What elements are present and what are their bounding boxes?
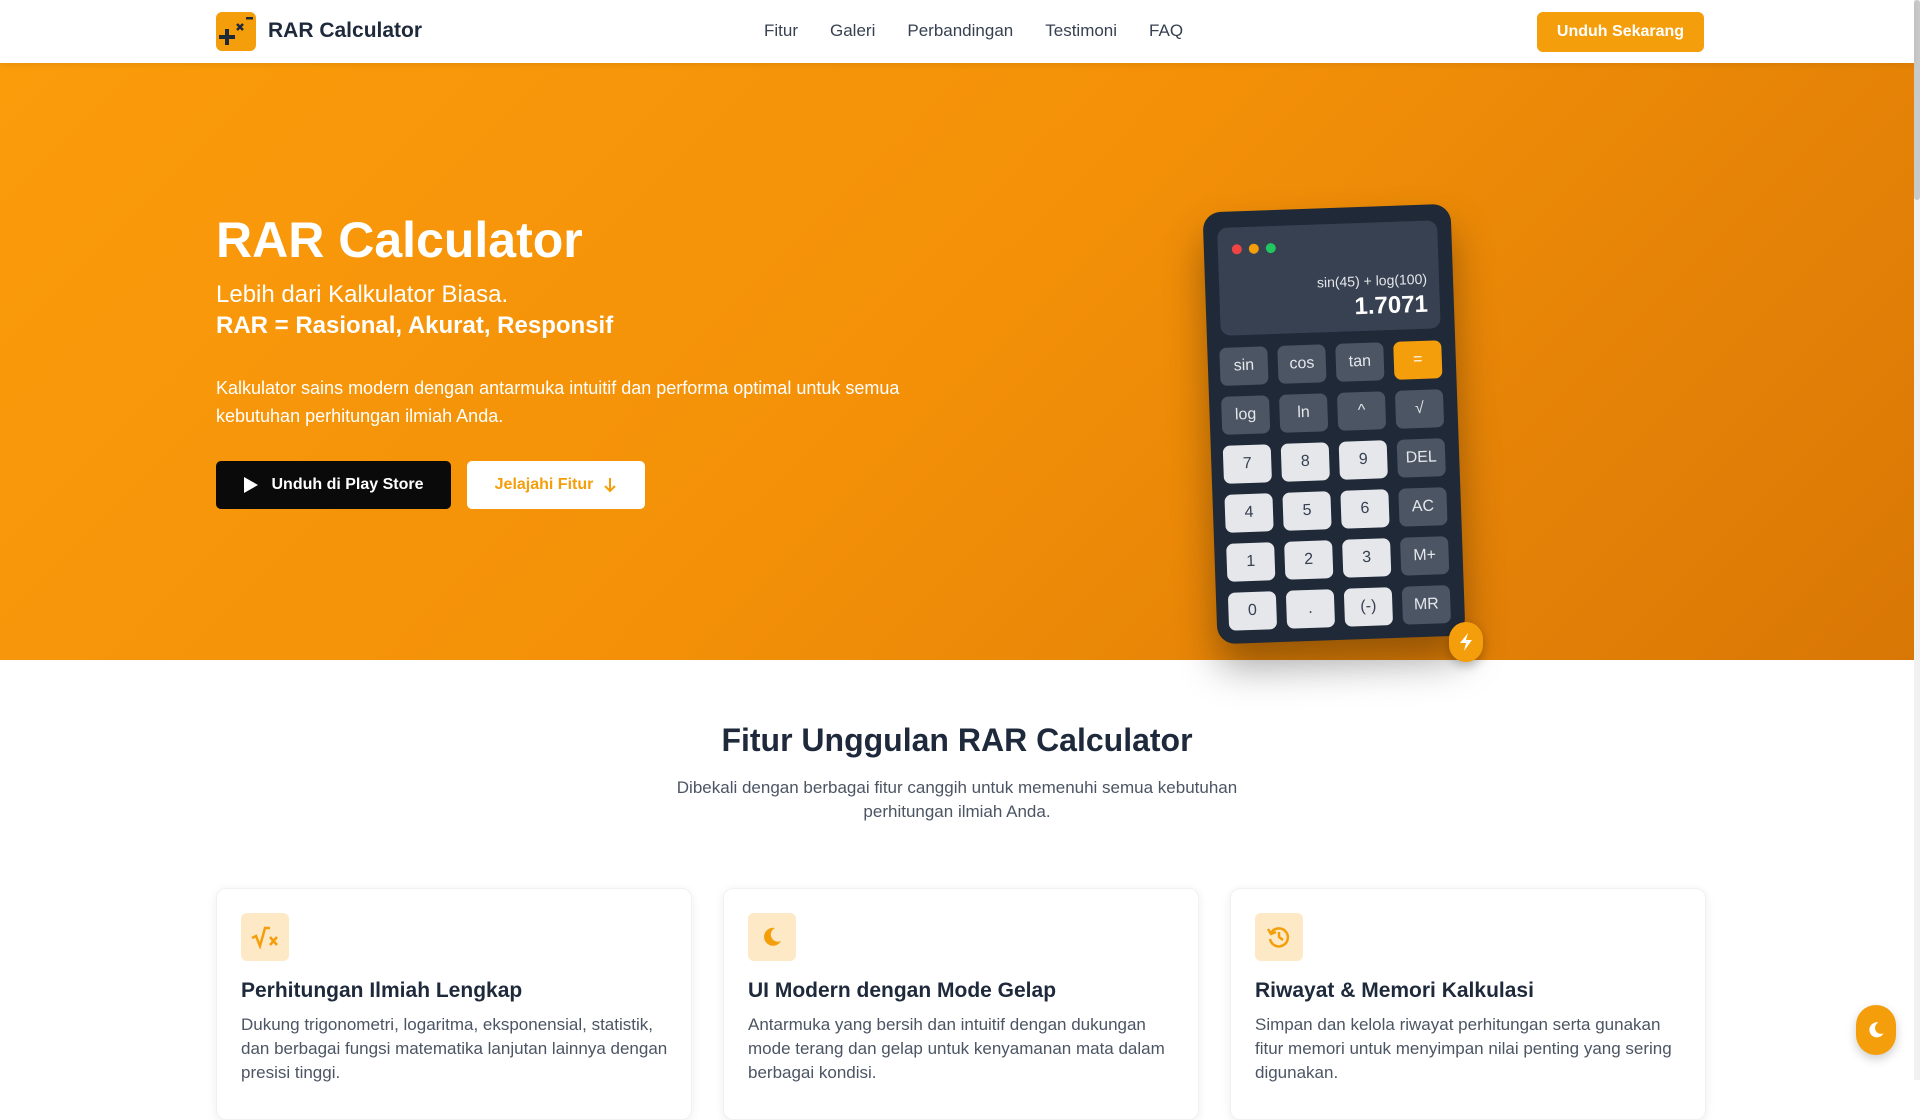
calculator-key[interactable]: 6 xyxy=(1340,489,1390,529)
calculator-key[interactable]: 3 xyxy=(1342,538,1392,578)
feature-desc: Dukung trigonometri, logaritma, eksponen… xyxy=(241,1015,668,1082)
calculator-key[interactable]: MR xyxy=(1401,585,1452,625)
nav-link-fitur[interactable]: Fitur xyxy=(764,21,798,41)
yellow-dot xyxy=(1248,243,1260,254)
hero-section: RAR Calculator Lebih dari Kalkulator Bia… xyxy=(0,63,1914,662)
features-description: Dibekali dengan berbagai fitur canggih u… xyxy=(676,778,1238,821)
moon-icon xyxy=(748,913,796,961)
feature-title: Perhitungan Ilmiah Lengkap xyxy=(241,979,523,1002)
calculator-key[interactable]: = xyxy=(1393,340,1443,380)
calculator-key[interactable]: 0 xyxy=(1227,591,1278,631)
feature-desc: Antarmuka yang bersih dan intuitif denga… xyxy=(748,1015,1165,1082)
brand-name[interactable]: RAR Calculator xyxy=(268,19,422,43)
calculator-key[interactable]: cos xyxy=(1277,344,1327,384)
theme-toggle-button[interactable] xyxy=(1856,1005,1896,1055)
calculator-key[interactable]: tan xyxy=(1335,342,1385,382)
nav-link-galeri[interactable]: Galeri xyxy=(830,21,875,41)
hero-subtitle: Lebih dari Kalkulator Biasa. xyxy=(216,281,509,308)
feature-title: Riwayat & Memori Kalkulasi xyxy=(1255,979,1534,1002)
calculator-symbols-icon[interactable] xyxy=(216,12,256,51)
calculator-key[interactable]: 9 xyxy=(1338,440,1388,480)
play-store-label: Unduh di Play Store xyxy=(271,476,424,493)
download-now-button[interactable]: Unduh Sekarang xyxy=(1537,12,1704,52)
calculator-key[interactable]: . xyxy=(1285,589,1336,629)
calculator-key[interactable]: sin xyxy=(1219,346,1269,386)
red-dot xyxy=(1231,244,1243,255)
nav-link-testimoni[interactable]: Testimoni xyxy=(1045,21,1117,41)
scrollbar-thumb[interactable] xyxy=(1914,0,1920,200)
calculator-key[interactable]: M+ xyxy=(1400,536,1450,576)
hero-description: Kalkulator sains modern dengan antarmuka… xyxy=(216,378,900,426)
nav-link-perbandingan[interactable]: Perbandingan xyxy=(907,21,1013,41)
calculator-key[interactable]: ^ xyxy=(1336,391,1387,431)
feature-card-history: Riwayat & Memori Kalkulasi Simpan dan ke… xyxy=(1230,888,1706,1120)
calculator-result: 1.7071 xyxy=(1354,290,1429,321)
window-dots xyxy=(1231,242,1276,255)
calculator-key[interactable]: log xyxy=(1220,395,1271,435)
calculator-key[interactable]: 2 xyxy=(1284,540,1334,580)
bolt-icon xyxy=(1449,622,1483,662)
square-root-icon xyxy=(241,913,289,961)
calculator-key[interactable]: (-) xyxy=(1343,587,1394,627)
features-title: Fitur Unggulan RAR Calculator xyxy=(721,722,1193,758)
calculator-key[interactable]: √ xyxy=(1394,389,1445,429)
calculator-display: sin(45) + log(100) 1.7071 xyxy=(1217,220,1441,336)
top-navbar: RAR Calculator Fitur Galeri Perbandingan… xyxy=(0,0,1914,63)
green-dot xyxy=(1265,242,1276,254)
feature-desc: Simpan dan kelola riwayat perhitungan se… xyxy=(1255,1015,1672,1082)
play-store-icon xyxy=(244,477,259,493)
calculator-key[interactable]: 1 xyxy=(1226,542,1276,582)
explore-features-label: Jelajahi Fitur xyxy=(494,476,594,493)
arrow-down-icon xyxy=(604,478,617,493)
calculator-keypad: sin cos tan = log ln ^ √ 7 8 9 DEL 4 5 6 AC 1 2 3 M+ 0. (-) MR xyxy=(1219,340,1453,631)
nav-link-faq[interactable]: FAQ xyxy=(1149,21,1183,41)
calculator-mockup: sin(45) + log(100) 1.7071 sin cos tan = log l… xyxy=(1202,203,1466,645)
moon-icon xyxy=(1869,1022,1884,1038)
hero-title: RAR Calculator xyxy=(216,212,583,268)
history-icon xyxy=(1255,913,1303,961)
feature-card-scientific: Perhitungan Ilmiah Lengkap Dukung trigon… xyxy=(216,888,692,1120)
calculator-key[interactable]: ln xyxy=(1278,393,1329,433)
feature-card-dark-mode: UI Modern dengan Mode Gelap Antarmuka ya… xyxy=(723,888,1199,1120)
calculator-key[interactable]: 7 xyxy=(1222,444,1272,484)
nav-links: Fitur Galeri Perbandingan Testimoni FAQ xyxy=(764,21,1183,41)
calculator-key[interactable]: 8 xyxy=(1280,442,1330,482)
explore-features-button[interactable]: Jelajahi Fitur xyxy=(467,461,645,509)
feature-title: UI Modern dengan Mode Gelap xyxy=(748,979,1057,1002)
calculator-key[interactable]: AC xyxy=(1398,487,1448,527)
calculator-key[interactable]: 4 xyxy=(1224,493,1274,533)
play-store-button[interactable]: Unduh di Play Store xyxy=(216,461,451,509)
calculator-key[interactable]: 5 xyxy=(1282,491,1332,531)
calculator-key[interactable]: DEL xyxy=(1396,438,1446,478)
hero-tagline: RAR = Rasional, Akurat, Responsif xyxy=(216,312,614,339)
calculator-expression: sin(45) + log(100) xyxy=(1316,270,1428,291)
